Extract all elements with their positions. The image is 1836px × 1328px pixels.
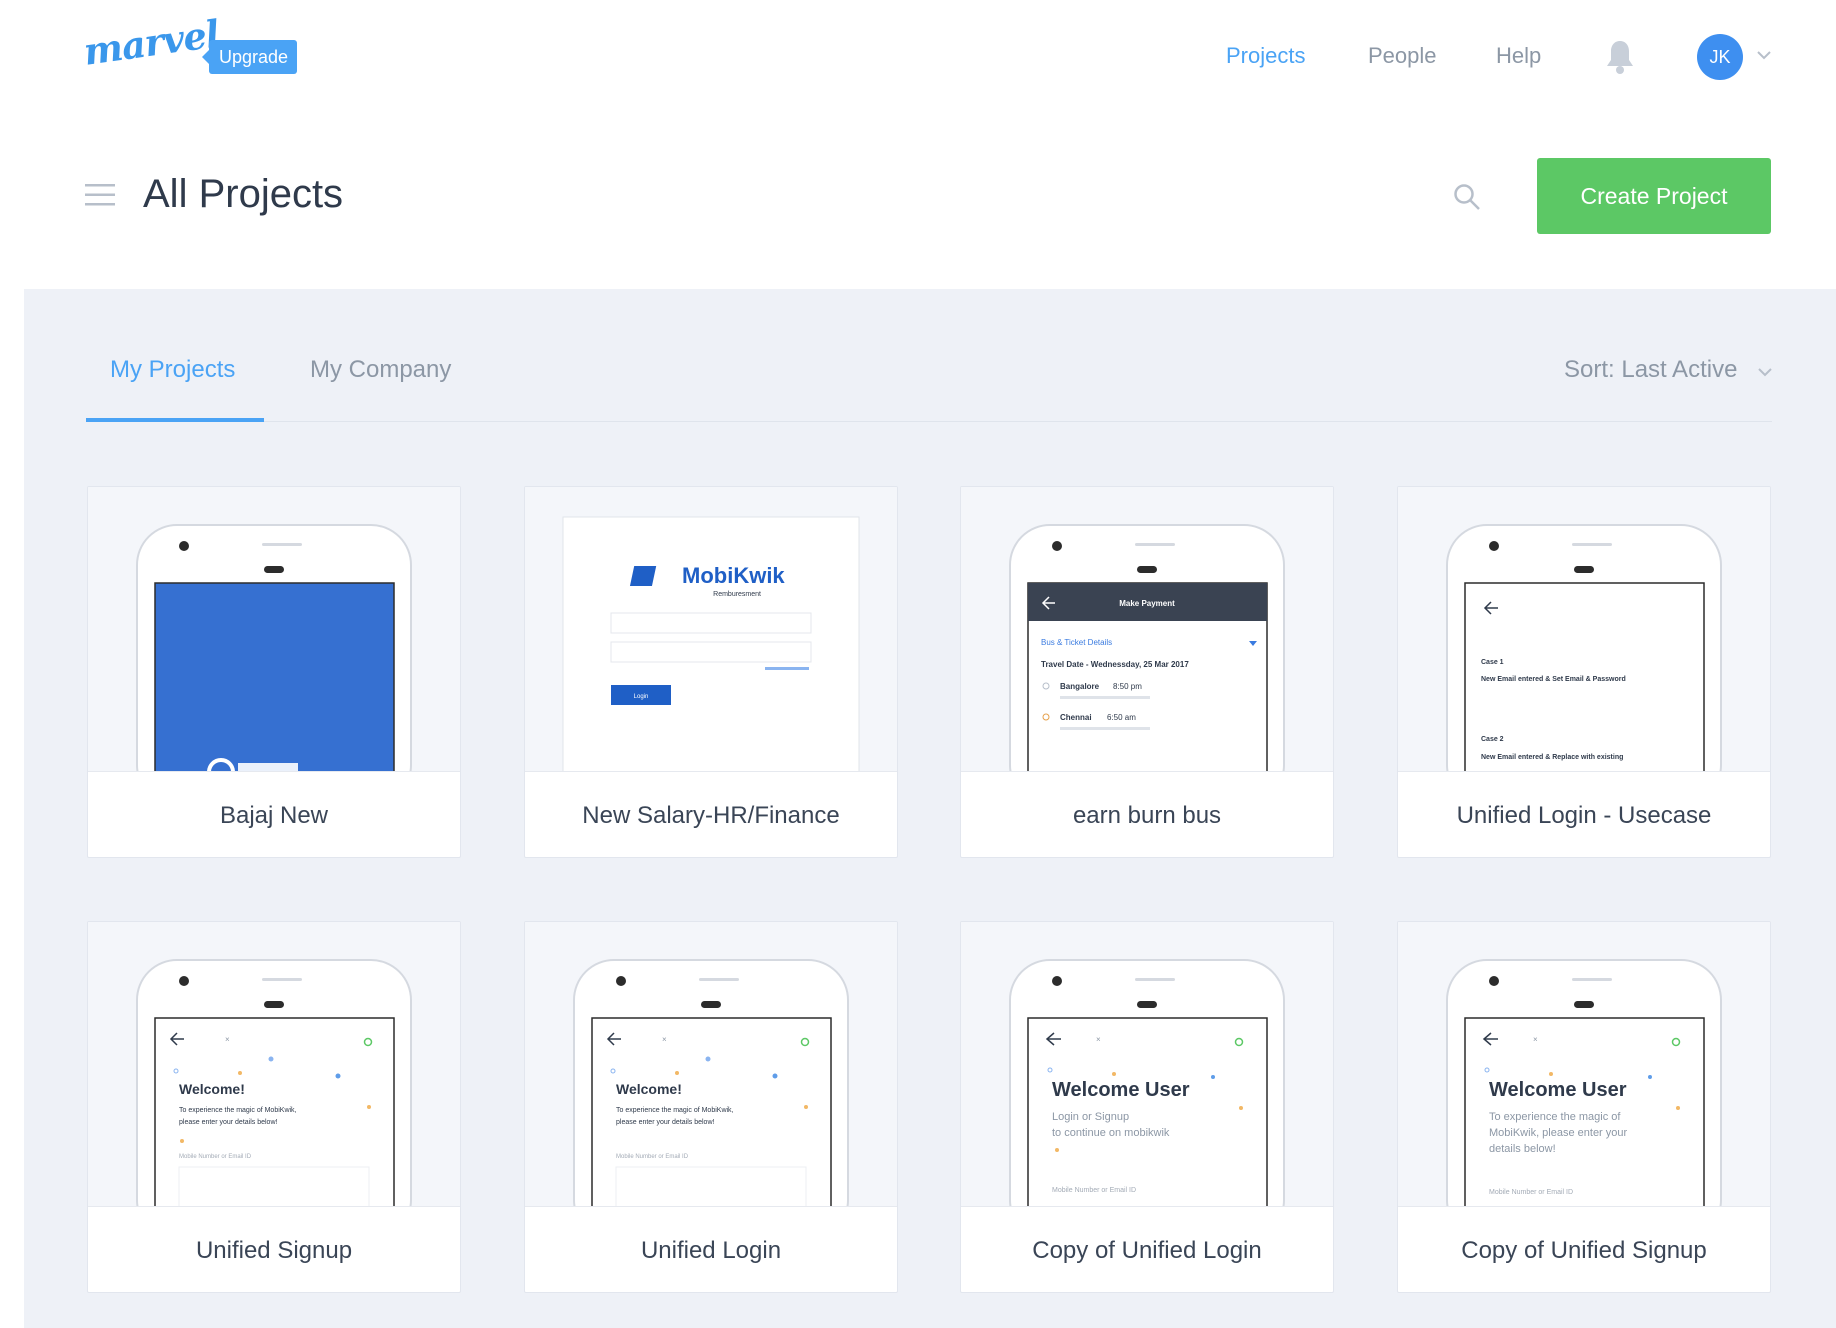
svg-text:Make Payment: Make Payment (1119, 599, 1175, 608)
chevron-down-icon[interactable] (1756, 48, 1772, 62)
project-thumbnail: × Welcome User To experience the magic o… (1398, 922, 1770, 1207)
brand-subtitle: Remburesment (713, 591, 761, 598)
mock-login-button: Login (634, 694, 649, 700)
marvel-logo[interactable]: marvel (81, 11, 222, 73)
project-card[interactable]: × Welcome! To experience the magic of Mo… (87, 921, 461, 1293)
phone-mockup: × Welcome User Login or Signup to contin… (1009, 959, 1285, 1206)
project-thumbnail: × Welcome! To experience the magic of Mo… (88, 922, 460, 1207)
brand-name: MobiKwik (682, 563, 785, 588)
svg-text:8:50 pm: 8:50 pm (1113, 682, 1142, 691)
page-title: All Projects (143, 172, 344, 216)
project-thumbnail (88, 487, 460, 772)
nav-people-link[interactable]: People (1368, 43, 1437, 69)
svg-text:Welcome!: Welcome! (179, 1081, 245, 1097)
svg-text:Welcome!: Welcome! (616, 1081, 682, 1097)
project-card[interactable]: × Welcome! To experience the magic of Mo… (524, 921, 898, 1293)
project-title: Bajaj New (219, 802, 329, 829)
hamburger-menu-icon[interactable] (85, 183, 115, 207)
notification-bell-icon[interactable] (1605, 38, 1635, 76)
project-thumbnail: MobiKwik Remburesment Login (525, 487, 897, 772)
svg-text:please enter your details belo: please enter your details below! (179, 1119, 278, 1126)
project-title: Copy of Unified Login (1032, 1237, 1262, 1264)
svg-text:×: × (662, 1035, 667, 1044)
svg-text:Chennai: Chennai (1060, 713, 1092, 722)
phone-mockup: × Welcome User To experience the magic o… (1446, 959, 1722, 1206)
phone-mockup: Case 1 New Email entered & Set Email & P… (1446, 524, 1722, 771)
web-page-mockup: MobiKwik Remburesment Login (562, 516, 860, 771)
upgrade-badge[interactable]: Upgrade (201, 40, 298, 74)
svg-text:To experience the magic of Mob: To experience the magic of MobiKwik, (179, 1107, 297, 1114)
tab-my-company[interactable]: My Company (310, 356, 451, 384)
create-project-button[interactable]: Create Project (1537, 158, 1771, 234)
top-navigation: marvel Upgrade Projects People Help JK (0, 0, 1836, 115)
tabs-divider (86, 421, 1772, 422)
svg-text:Mobile Number or Email ID: Mobile Number or Email ID (1489, 1189, 1573, 1196)
svg-text:New Email entered & Replace wi: New Email entered & Replace with existin… (1481, 754, 1623, 761)
project-card[interactable]: Bajaj New (87, 486, 461, 858)
project-title: Copy of Unified Signup (1461, 1237, 1707, 1264)
svg-text:Mobile Number or Email ID: Mobile Number or Email ID (1052, 1187, 1136, 1194)
project-card[interactable]: MobiKwik Remburesment Login New Salary-H… (524, 486, 898, 858)
svg-text:×: × (225, 1035, 230, 1044)
svg-text:New Email entered & Set Email: New Email entered & Set Email & Password (1481, 676, 1626, 683)
svg-text:Login or Signup: Login or Signup (1052, 1111, 1129, 1123)
project-title: Unified Login (640, 1237, 782, 1264)
svg-text:details below!: details below! (1489, 1143, 1556, 1155)
svg-text:6:50 am: 6:50 am (1107, 713, 1136, 722)
svg-text:MobiKwik, please enter your: MobiKwik, please enter your (1489, 1127, 1628, 1139)
phone-mockup (136, 524, 412, 771)
svg-text:Bangalore: Bangalore (1060, 682, 1100, 691)
user-avatar[interactable]: JK (1697, 34, 1743, 80)
nav-projects-link[interactable]: Projects (1226, 43, 1305, 69)
svg-text:×: × (1533, 1035, 1538, 1044)
nav-help-link[interactable]: Help (1496, 43, 1541, 69)
svg-text:Case 1: Case 1 (1481, 659, 1504, 666)
phone-mockup: × Welcome! To experience the magic of Mo… (573, 959, 849, 1206)
svg-text:To experience the magic of: To experience the magic of (1489, 1111, 1621, 1123)
project-card[interactable]: Make Payment Bus & Ticket Details Travel… (960, 486, 1334, 858)
project-card[interactable]: × Welcome User Login or Signup to contin… (960, 921, 1334, 1293)
phone-mockup: Make Payment Bus & Ticket Details Travel… (1009, 524, 1285, 771)
project-card[interactable]: Case 1 New Email entered & Set Email & P… (1397, 486, 1771, 858)
project-thumbnail: × Welcome! To experience the magic of Mo… (525, 922, 897, 1207)
sort-dropdown[interactable]: Sort: Last Active (1564, 356, 1737, 384)
project-title: New Salary-HR/Finance (582, 802, 840, 829)
svg-text:Welcome User: Welcome User (1489, 1079, 1627, 1101)
svg-text:Mobile Number or Email ID: Mobile Number or Email ID (179, 1154, 252, 1160)
active-tab-indicator (86, 418, 264, 422)
svg-text:Travel Date - Wednessday, 25 M: Travel Date - Wednessday, 25 Mar 2017 (1041, 660, 1189, 669)
project-thumbnail: × Welcome User Login or Signup to contin… (961, 922, 1333, 1207)
svg-text:×: × (1096, 1035, 1101, 1044)
search-icon[interactable] (1453, 183, 1481, 211)
project-title: Unified Login - Usecase (1456, 802, 1712, 829)
svg-text:Welcome User: Welcome User (1052, 1079, 1190, 1101)
project-thumbnail: Case 1 New Email entered & Set Email & P… (1398, 487, 1770, 772)
project-title: earn burn bus (1072, 802, 1222, 829)
phone-mockup: × Welcome! To experience the magic of Mo… (136, 959, 412, 1206)
sort-chevron-down-icon[interactable] (1757, 366, 1773, 378)
svg-text:To experience the magic of Mob: To experience the magic of MobiKwik, (616, 1107, 734, 1114)
svg-text:please enter your details belo: please enter your details below! (616, 1119, 715, 1126)
project-card[interactable]: × Welcome User To experience the magic o… (1397, 921, 1771, 1293)
tab-my-projects[interactable]: My Projects (110, 356, 235, 384)
svg-text:Bus & Ticket Details: Bus & Ticket Details (1041, 638, 1112, 647)
project-title: Unified Signup (195, 1237, 353, 1264)
svg-text:to continue on mobikwik: to continue on mobikwik (1052, 1127, 1170, 1139)
svg-text:Mobile Number or Email ID: Mobile Number or Email ID (616, 1154, 689, 1160)
project-thumbnail: Make Payment Bus & Ticket Details Travel… (961, 487, 1333, 772)
svg-text:Case 2: Case 2 (1481, 736, 1504, 743)
